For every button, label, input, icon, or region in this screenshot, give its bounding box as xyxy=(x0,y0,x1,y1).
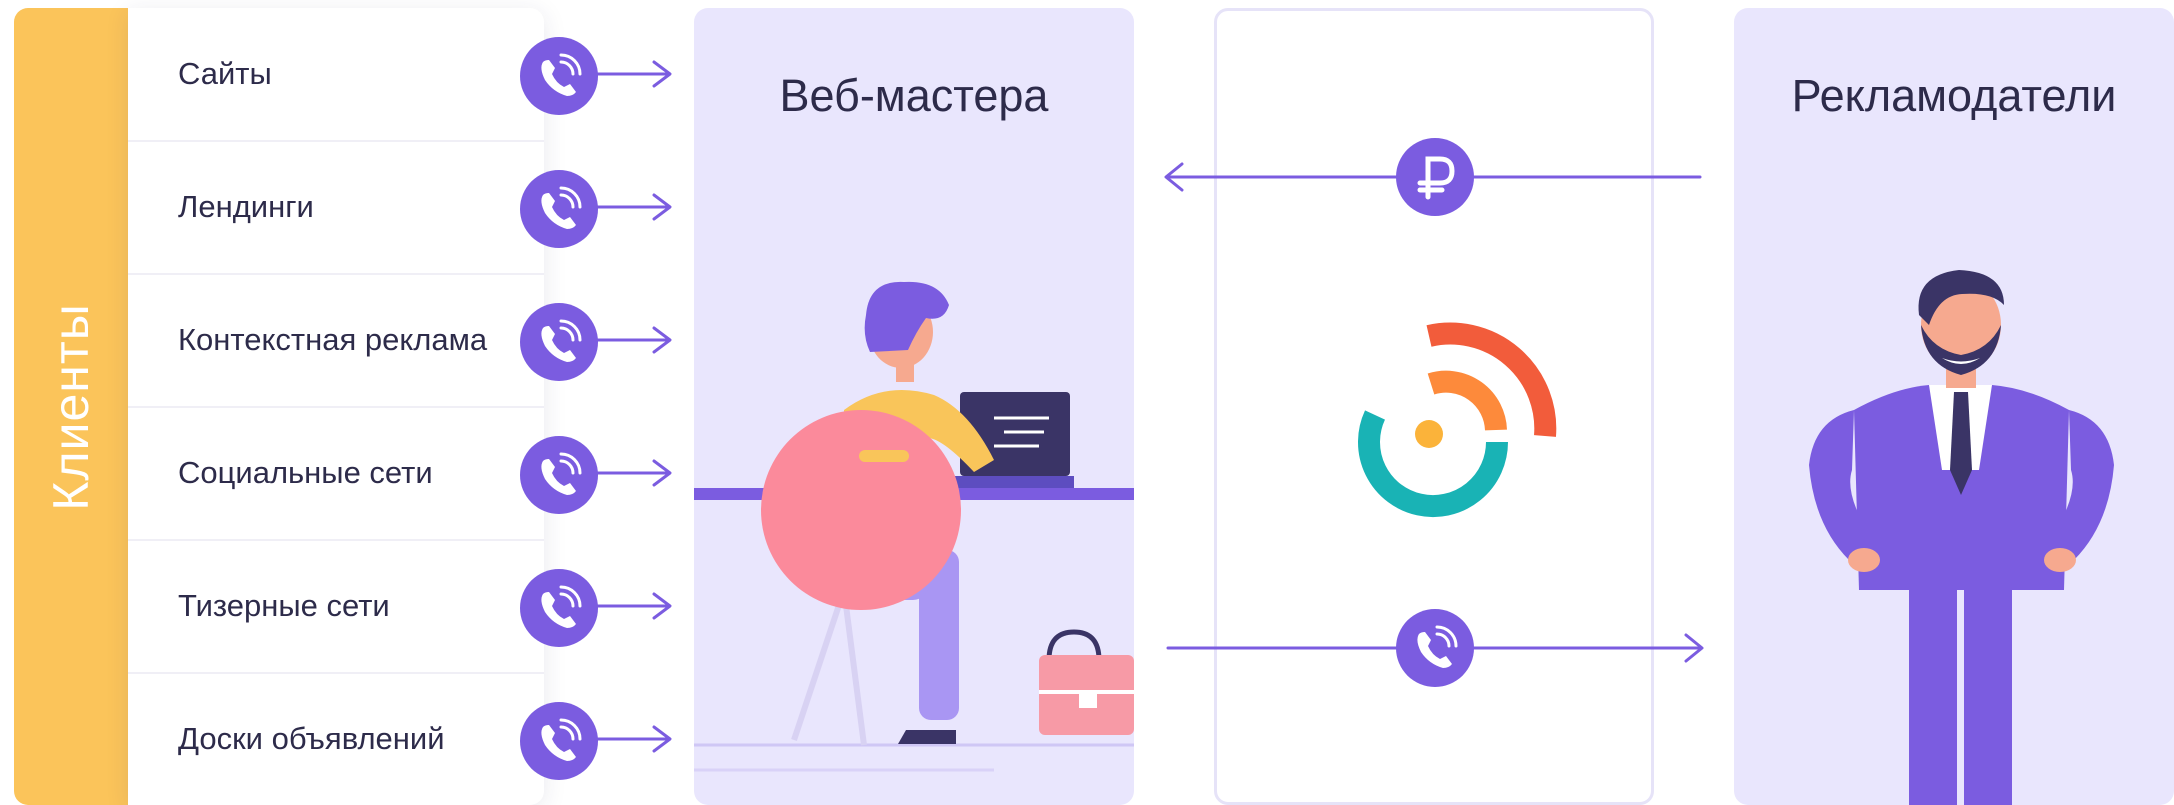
icon-glyphs xyxy=(539,53,1458,763)
